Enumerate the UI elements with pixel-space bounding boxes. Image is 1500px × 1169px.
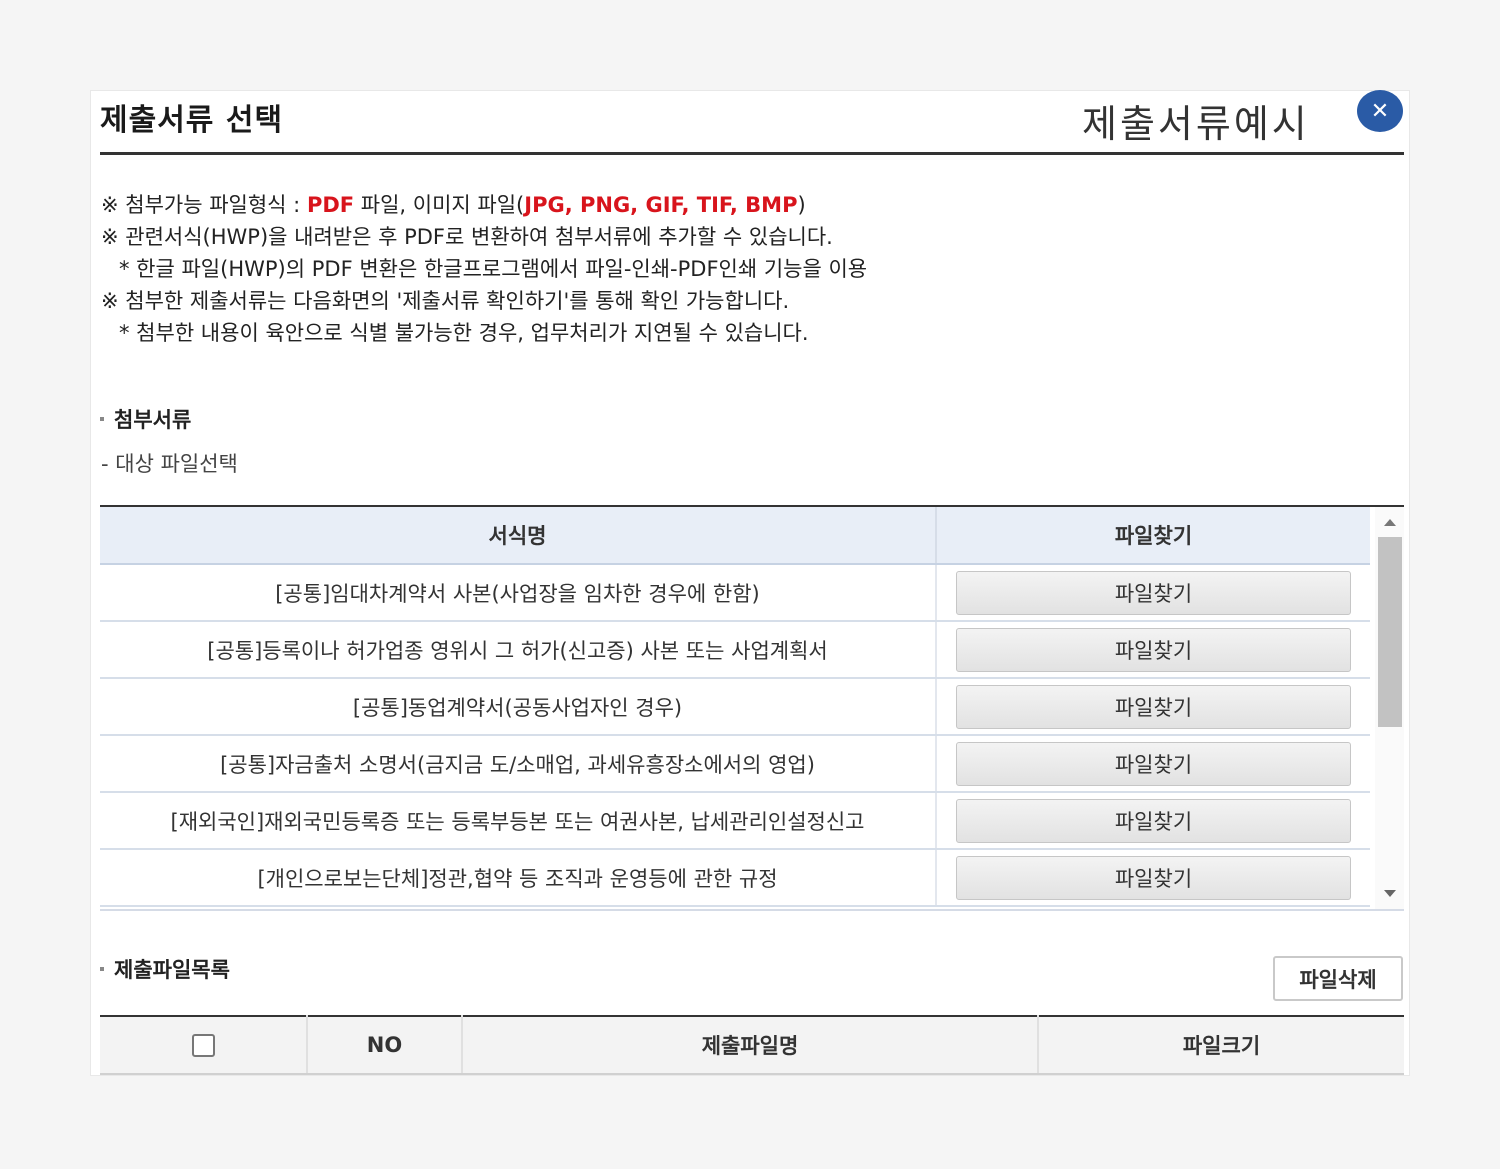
notice-hwp-convert: ※ 관련서식(HWP)을 내려받은 후 PDF로 변환하여 첨부서류에 추가할 … bbox=[101, 225, 833, 249]
form-name-cell: [공통]임대차계약서 사본(사업장을 임차한 경우에 한함) bbox=[100, 564, 937, 622]
find-file-cell: 파일찾기 bbox=[936, 792, 1370, 850]
form-name-cell: [재외국인]재외국민등록증 또는 등록부등본 또는 여권사본, 납세관리인설정신… bbox=[100, 792, 937, 850]
table-row: [재외국인]재외국민등록증 또는 등록부등본 또는 여권사본, 납세관리인설정신… bbox=[100, 792, 1370, 850]
column-header-form-name: 서식명 bbox=[100, 507, 937, 565]
attach-section-subtitle: - 대상 파일선택 bbox=[101, 452, 238, 476]
table-header-row: NO 제출파일명 파일크기 bbox=[100, 1016, 1404, 1075]
find-file-button[interactable]: 파일찾기 bbox=[956, 855, 1351, 900]
notice-confirm: ※ 첨부한 제출서류는 다음화면의 '제출서류 확인하기'를 통해 확인 가능합… bbox=[101, 289, 790, 313]
scroll-down-arrow-icon[interactable] bbox=[1384, 890, 1396, 897]
dialog-title: 제출서류 선택 bbox=[100, 103, 284, 138]
select-all-cell bbox=[100, 1016, 308, 1075]
find-file-cell: 파일찾기 bbox=[936, 849, 1370, 907]
column-header-file-size: 파일크기 bbox=[1038, 1016, 1404, 1075]
notice-delay: * 첨부한 내용이 육안으로 식별 불가능한 경우, 업무처리가 지연될 수 있… bbox=[119, 321, 809, 345]
attach-section-title: 첨부서류 bbox=[100, 404, 191, 434]
scrollbar-thumb[interactable] bbox=[1378, 537, 1402, 727]
notice-text: ) bbox=[797, 193, 806, 217]
example-documents-link[interactable]: 제출서류예시 bbox=[1082, 93, 1310, 148]
table-scrollbar[interactable] bbox=[1375, 507, 1404, 909]
table-row: [개인으로보는단체]정관,협약 등 조직과 운영등에 관한 규정 파일찾기 bbox=[100, 849, 1370, 907]
form-name-cell: [공통]등록이나 허가업종 영위시 그 허가(신고증) 사본 또는 사업계획서 bbox=[100, 621, 937, 679]
notice-text: ※ 첨부가능 파일형식 : bbox=[101, 193, 307, 217]
close-icon: ✕ bbox=[1370, 98, 1390, 124]
submitted-files-table: NO 제출파일명 파일크기 bbox=[100, 1015, 1404, 1075]
find-file-cell: 파일찾기 bbox=[936, 564, 1370, 622]
table-row: [공통]임대차계약서 사본(사업장을 임차한 경우에 한함) 파일찾기 bbox=[100, 564, 1370, 622]
scroll-up-arrow-icon[interactable] bbox=[1384, 519, 1396, 526]
column-header-file-name: 제출파일명 bbox=[462, 1016, 1039, 1075]
notice-block: ※ 첨부가능 파일형식 : PDF 파일, 이미지 파일(JPG, PNG, G… bbox=[101, 189, 867, 349]
attach-section-label: 첨부서류 bbox=[114, 408, 192, 432]
attach-documents-table: 서식명 파일찾기 [공통]임대차계약서 사본(사업장을 임차한 경우에 한함) … bbox=[100, 507, 1370, 907]
submit-documents-dialog: 제출서류 선택 제출서류예시 ✕ ※ 첨부가능 파일형식 : PDF 파일, 이… bbox=[90, 90, 1410, 1076]
find-file-button[interactable]: 파일찾기 bbox=[956, 684, 1351, 729]
notice-hwp-tip: * 한글 파일(HWP)의 PDF 변환은 한글프로그램에서 파일-인쇄-PDF… bbox=[119, 257, 868, 281]
table-row: [공통]등록이나 허가업종 영위시 그 허가(신고증) 사본 또는 사업계획서 … bbox=[100, 621, 1370, 679]
column-header-no: NO bbox=[307, 1016, 463, 1075]
submit-section-label: 제출파일목록 bbox=[114, 958, 230, 982]
table-row: [공통]동업계약서(공동사업자인 경우) 파일찾기 bbox=[100, 678, 1370, 736]
find-file-cell: 파일찾기 bbox=[936, 735, 1370, 793]
find-file-button[interactable]: 파일찾기 bbox=[956, 798, 1351, 843]
bullet-icon bbox=[100, 967, 104, 971]
notice-pdf-format: PDF bbox=[306, 193, 355, 217]
find-file-button[interactable]: 파일찾기 bbox=[956, 627, 1351, 672]
form-name-cell: [공통]동업계약서(공동사업자인 경우) bbox=[100, 678, 937, 736]
find-file-cell: 파일찾기 bbox=[936, 621, 1370, 679]
select-all-checkbox[interactable] bbox=[191, 1034, 215, 1058]
form-name-cell: [공통]자금출처 소명서(금지금 도/소매업, 과세유흥장소에서의 영업) bbox=[100, 735, 937, 793]
bullet-icon bbox=[100, 417, 104, 421]
find-file-button[interactable]: 파일찾기 bbox=[956, 570, 1351, 615]
table-header-row: 서식명 파일찾기 bbox=[100, 507, 1370, 565]
column-header-find-file: 파일찾기 bbox=[936, 507, 1370, 565]
close-button[interactable]: ✕ bbox=[1357, 90, 1403, 132]
attach-documents-table-container: 서식명 파일찾기 [공통]임대차계약서 사본(사업장을 임차한 경우에 한함) … bbox=[100, 505, 1404, 911]
form-name-cell: [개인으로보는단체]정관,협약 등 조직과 운영등에 관한 규정 bbox=[100, 849, 937, 907]
notice-file-formats: ※ 첨부가능 파일형식 : PDF 파일, 이미지 파일(JPG, PNG, G… bbox=[101, 189, 867, 221]
find-file-button[interactable]: 파일찾기 bbox=[956, 741, 1351, 786]
notice-text: 파일, 이미지 파일( bbox=[354, 193, 525, 217]
find-file-cell: 파일찾기 bbox=[936, 678, 1370, 736]
delete-file-button[interactable]: 파일삭제 bbox=[1273, 956, 1403, 1001]
submit-section-title: 제출파일목록 bbox=[100, 954, 230, 984]
table-row: [공통]자금출처 소명서(금지금 도/소매업, 과세유흥장소에서의 영업) 파일… bbox=[100, 735, 1370, 793]
notice-image-formats: JPG, PNG, GIF, TIF, BMP bbox=[524, 193, 798, 217]
header-divider bbox=[100, 152, 1404, 155]
